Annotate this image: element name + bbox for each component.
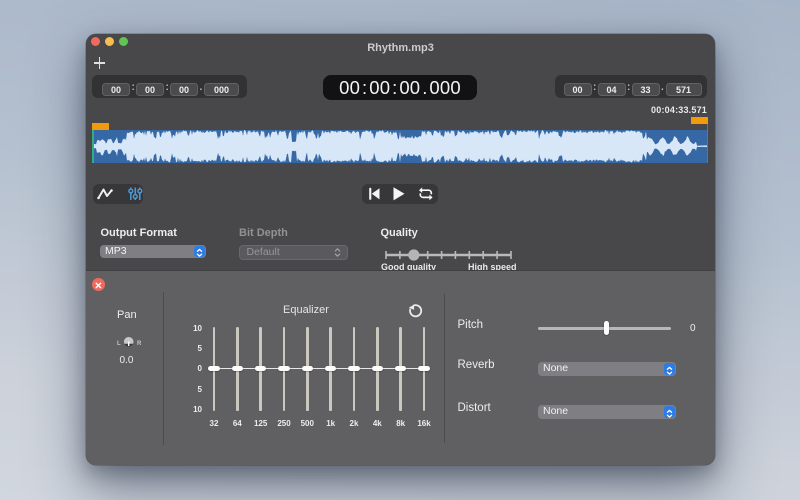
svg-text:R: R — [137, 341, 142, 347]
svg-text:L: L — [117, 341, 121, 347]
